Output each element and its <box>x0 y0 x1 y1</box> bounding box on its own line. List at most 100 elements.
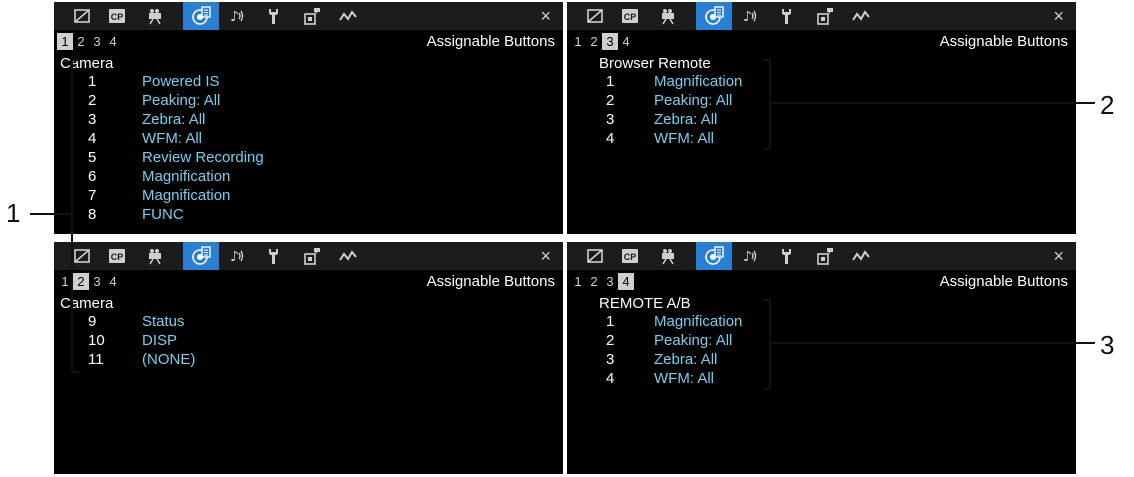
tab-monitor[interactable] <box>64 242 100 270</box>
button-function: Powered IS <box>142 73 220 90</box>
waveform-icon <box>339 250 357 261</box>
assignable-buttons-icon <box>192 6 211 25</box>
tab-audio[interactable]: ♪ <box>732 242 768 270</box>
button-row[interactable]: 2 Peaking: All <box>606 91 906 110</box>
tab-cp[interactable]: CP <box>99 242 135 270</box>
tab-cp[interactable]: CP <box>612 2 648 30</box>
tab-waveform[interactable] <box>843 242 879 270</box>
page-tab-4[interactable]: 4 <box>618 33 634 50</box>
tab-wrench[interactable] <box>769 242 805 270</box>
button-function: WFM: All <box>654 130 714 147</box>
tab-wrench[interactable] <box>256 242 292 270</box>
button-row[interactable]: 3 Zebra: All <box>606 110 906 129</box>
button-row[interactable]: 6 Magnification <box>88 167 388 186</box>
button-row[interactable]: 10 DISP <box>88 331 388 350</box>
button-function: Magnification <box>654 313 743 330</box>
button-number: 1 <box>606 73 615 90</box>
page-tab-4[interactable]: 4 <box>618 273 634 290</box>
page-tab-3[interactable]: 3 <box>89 273 105 290</box>
button-function: (NONE) <box>142 351 196 368</box>
close-icon[interactable]: × <box>540 2 551 30</box>
tab-waveform[interactable] <box>330 242 366 270</box>
screen-4: CP ♪ × 1 2 3 4 Assignable Buttons REMOTE A/B 1 M… <box>567 242 1076 474</box>
button-row[interactable]: 1 Magnification <box>606 312 906 331</box>
button-row[interactable]: 1 Powered IS <box>88 72 388 91</box>
tab-camera[interactable] <box>650 2 686 30</box>
tab-audio[interactable]: ♪ <box>732 2 768 30</box>
page-tab-2[interactable]: 2 <box>586 33 602 50</box>
tab-my-menu[interactable] <box>807 242 843 270</box>
button-function: WFM: All <box>142 130 202 147</box>
button-number: 7 <box>88 187 97 204</box>
close-icon[interactable]: × <box>540 242 551 270</box>
tab-audio[interactable]: ♪ <box>219 242 255 270</box>
button-function: Status <box>142 313 185 330</box>
tab-my-menu[interactable] <box>294 2 330 30</box>
button-number: 10 <box>88 332 105 349</box>
close-icon[interactable]: × <box>1053 242 1064 270</box>
close-icon[interactable]: × <box>1053 2 1064 30</box>
page-tab-1[interactable]: 1 <box>570 273 586 290</box>
button-function: Review Recording <box>142 149 264 166</box>
button-row[interactable]: 4 WFM: All <box>88 129 388 148</box>
page-tab-3[interactable]: 3 <box>89 33 105 50</box>
tab-camera[interactable] <box>650 242 686 270</box>
tab-assignable-buttons[interactable] <box>696 2 732 30</box>
my-menu-icon <box>817 8 833 25</box>
page-tab-4[interactable]: 4 <box>105 33 121 50</box>
button-row[interactable]: 11 (NONE) <box>88 350 388 369</box>
tab-assignable-buttons[interactable] <box>183 242 219 270</box>
tab-cp[interactable]: CP <box>612 242 648 270</box>
tab-my-menu[interactable] <box>294 242 330 270</box>
tab-monitor[interactable] <box>577 2 613 30</box>
button-number: 2 <box>606 332 615 349</box>
callout-leader-3 <box>771 342 1095 344</box>
button-row[interactable]: 7 Magnification <box>88 186 388 205</box>
button-function: FUNC <box>142 206 184 223</box>
callout-label-1: 1 <box>6 198 21 228</box>
screen-1: CP ♪ × 1 2 3 4 Assignable Buttons Camera 1 Power… <box>54 2 563 234</box>
svg-text:CP: CP <box>624 252 637 262</box>
page-tab-1[interactable]: 1 <box>57 33 73 50</box>
callout-label-2: 2 <box>1100 90 1115 120</box>
button-row[interactable]: 2 Peaking: All <box>88 91 388 110</box>
audio-icon: ♪ <box>743 9 757 25</box>
tab-waveform[interactable] <box>330 2 366 30</box>
button-row[interactable]: 8 FUNC <box>88 205 388 224</box>
tab-audio[interactable]: ♪ <box>219 2 255 30</box>
page-tab-2[interactable]: 2 <box>73 33 89 50</box>
button-row[interactable]: 3 Zebra: All <box>88 110 388 129</box>
camera-icon <box>149 249 161 265</box>
page-tab-1[interactable]: 1 <box>570 33 586 50</box>
button-row[interactable]: 1 Magnification <box>606 72 906 91</box>
tab-assignable-buttons[interactable] <box>183 2 219 30</box>
tab-monitor[interactable] <box>577 242 613 270</box>
button-number: 9 <box>88 313 97 330</box>
wrench-icon <box>782 9 791 24</box>
button-row[interactable]: 9 Status <box>88 312 388 331</box>
page-tab-3[interactable]: 3 <box>602 33 618 50</box>
tab-cp[interactable]: CP <box>99 2 135 30</box>
button-row[interactable]: 4 WFM: All <box>606 369 906 388</box>
tab-monitor[interactable] <box>64 2 100 30</box>
button-row[interactable]: 4 WFM: All <box>606 129 906 148</box>
tab-camera[interactable] <box>137 242 173 270</box>
page-tab-3[interactable]: 3 <box>602 273 618 290</box>
button-function: Magnification <box>142 168 231 185</box>
cp-icon: CP <box>109 9 125 23</box>
tab-my-menu[interactable] <box>807 2 843 30</box>
button-number: 4 <box>606 370 615 387</box>
callout-leader-1 <box>30 213 71 215</box>
button-row[interactable]: 2 Peaking: All <box>606 331 906 350</box>
monitor-icon <box>74 9 90 23</box>
tab-wrench[interactable] <box>256 2 292 30</box>
button-row[interactable]: 5 Review Recording <box>88 148 388 167</box>
button-function: Zebra: All <box>654 351 718 368</box>
tab-camera[interactable] <box>137 2 173 30</box>
page-tab-2[interactable]: 2 <box>586 273 602 290</box>
button-row[interactable]: 3 Zebra: All <box>606 350 906 369</box>
page-tab-4[interactable]: 4 <box>105 273 121 290</box>
tab-waveform[interactable] <box>843 2 879 30</box>
tab-wrench[interactable] <box>769 2 805 30</box>
tab-assignable-buttons[interactable] <box>696 242 732 270</box>
